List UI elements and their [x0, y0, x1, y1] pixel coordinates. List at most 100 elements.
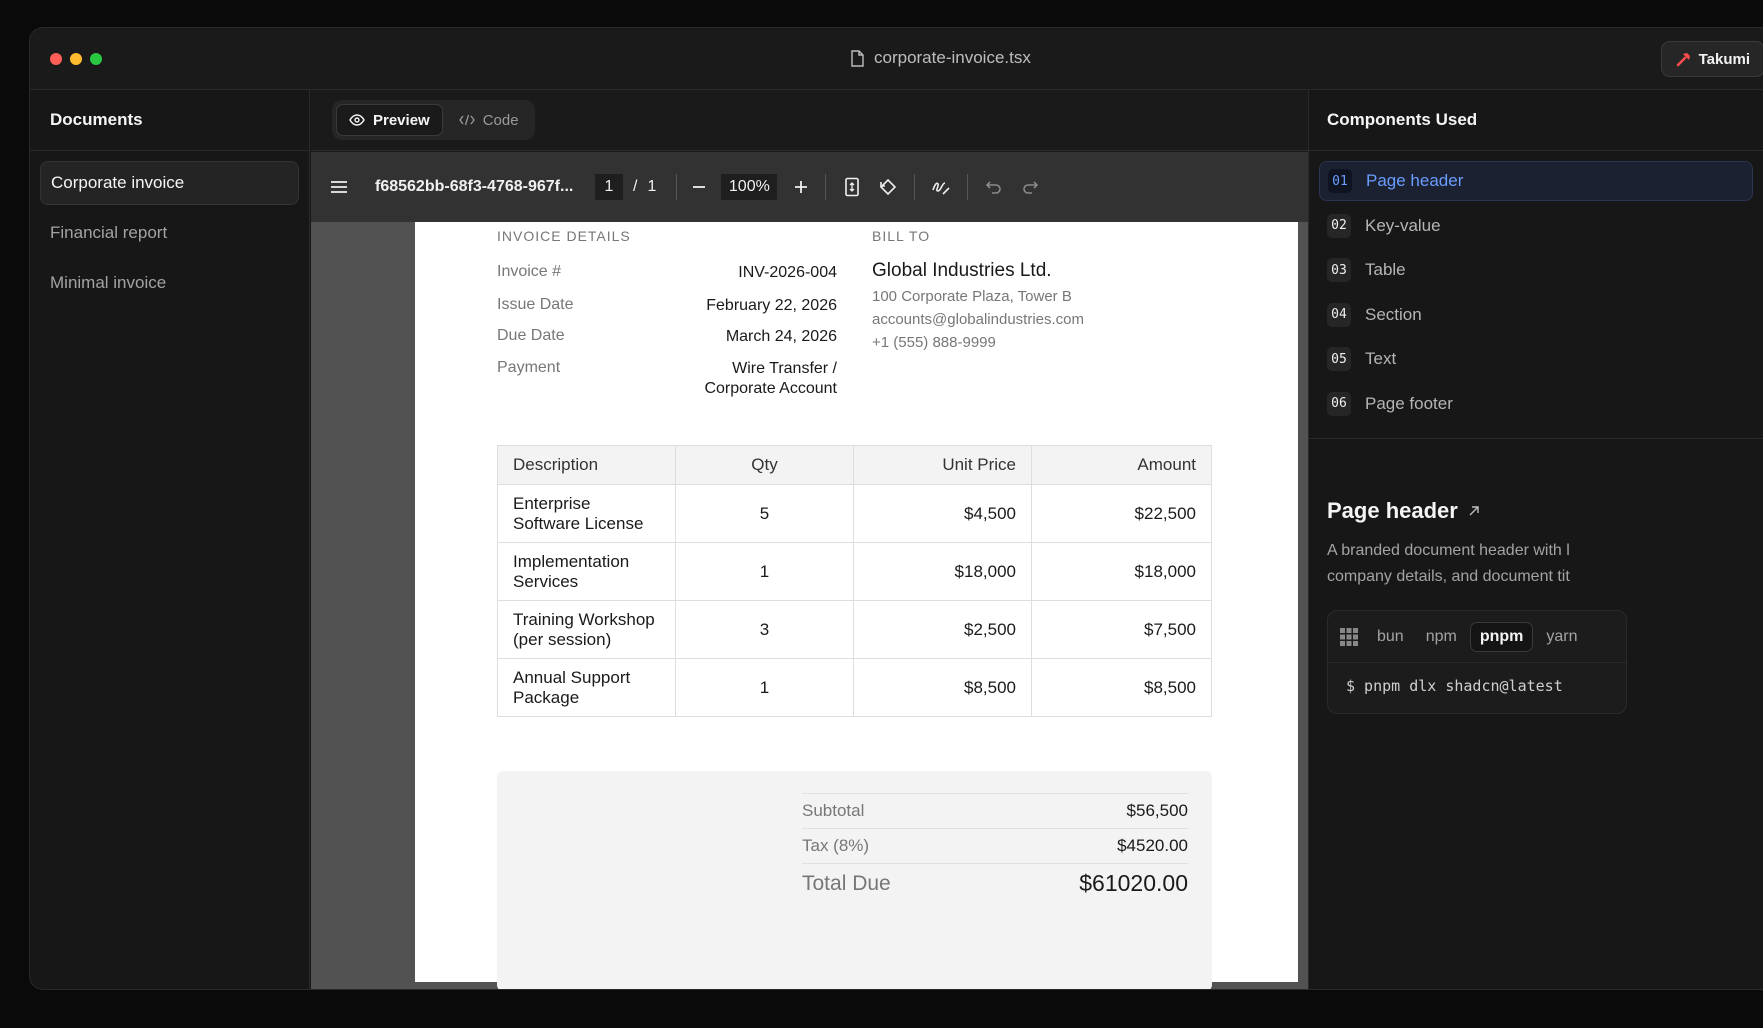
takumi-label: Takumi	[1698, 50, 1750, 68]
pm-tab-yarn[interactable]: yarn	[1537, 623, 1586, 651]
code-icon	[458, 114, 475, 126]
client-name: Global Industries Ltd.	[872, 260, 1052, 281]
bill-to-label: BILL TO	[872, 228, 931, 244]
external-link-icon	[1469, 506, 1479, 516]
documents-heading: Documents	[30, 90, 309, 151]
app-window: corporate-invoice.tsx Takumi Documents C…	[29, 27, 1763, 990]
page-separator: /	[633, 178, 638, 195]
package-manager-tabs: bun npm pnpm yarn	[1328, 611, 1626, 663]
components-sidebar: Components Used 01 Page header 02 Key-valu…	[1308, 90, 1763, 989]
cell-amount: $8,500	[1031, 658, 1212, 717]
component-label: Page footer	[1365, 393, 1453, 413]
table-row: Implementation Services 1 $18,000 $18,000	[497, 542, 1212, 601]
zoom-input[interactable]: 100%	[721, 174, 778, 200]
component-item-key-value[interactable]: 02 Key-value	[1319, 206, 1753, 246]
pm-tab-npm[interactable]: npm	[1417, 623, 1466, 651]
kv-due-date: Due Date March 24, 2026	[497, 327, 837, 345]
table-row: Training Workshop (per session) 3 $2,500 …	[497, 600, 1212, 659]
table-row: Annual Support Package 1 $8,500 $8,500	[497, 658, 1212, 717]
takumi-button[interactable]: Takumi	[1660, 41, 1763, 77]
component-detail-title[interactable]: Page header	[1327, 498, 1480, 524]
component-item-page-footer[interactable]: 06 Page footer	[1319, 384, 1753, 424]
component-item-section[interactable]: 04 Section	[1319, 295, 1753, 335]
install-command-box: bun npm pnpm yarn $ pnpm dlx shadcn@late…	[1327, 610, 1627, 714]
rotate-icon[interactable]	[874, 173, 902, 201]
component-label: Text	[1365, 349, 1397, 368]
component-label: Page header	[1366, 171, 1464, 190]
view-toggle: Preview Code	[332, 100, 535, 140]
subtotal-row: Subtotal $56,500	[802, 793, 1188, 828]
component-description: A branded document header with l company…	[1327, 542, 1570, 585]
total-due-row: Total Due $61020.00	[802, 863, 1188, 903]
totals-box: Subtotal $56,500 Tax (8%) $4520.00 Total…	[497, 771, 1212, 989]
cell-qty: 1	[675, 658, 854, 717]
component-number: 06	[1327, 391, 1351, 416]
toolbar-divider	[914, 174, 916, 200]
zoom-in-icon[interactable]	[787, 173, 815, 201]
cell-amount: $22,500	[1031, 484, 1212, 543]
grid-icon	[1340, 627, 1358, 646]
kv-payment: Payment Wire Transfer / Corporate Accoun…	[497, 359, 837, 397]
cell-description: Training Workshop (per session)	[497, 600, 676, 659]
toolbar-divider	[967, 174, 969, 200]
toolbar-divider	[825, 174, 827, 200]
pdf-file-name: f68562bb-68f3-4768-967f...	[375, 178, 574, 195]
component-item-table[interactable]: 03 Table	[1319, 250, 1753, 290]
cell-amount: $18,000	[1031, 542, 1212, 601]
maximize-window-button[interactable]	[90, 53, 102, 65]
component-number: 02	[1327, 213, 1351, 238]
col-qty: Qty	[675, 445, 854, 485]
minimize-window-button[interactable]	[70, 53, 82, 65]
component-item-text[interactable]: 05 Text	[1319, 339, 1753, 379]
undo-icon[interactable]	[980, 173, 1008, 201]
invoice-page: INVOICE DETAILS BILL TO Invoice # INV-20…	[415, 222, 1298, 989]
component-number: 01	[1328, 169, 1352, 193]
client-address: 100 Corporate Plaza, Tower B	[872, 288, 1072, 305]
pm-tab-bun[interactable]: bun	[1368, 623, 1413, 651]
col-amount: Amount	[1031, 445, 1212, 485]
menu-icon[interactable]	[325, 173, 353, 201]
client-email: accounts@globalindustries.com	[872, 311, 1084, 328]
code-tab[interactable]: Code	[447, 104, 531, 136]
component-label: Section	[1365, 304, 1422, 324]
cell-qty: 5	[675, 484, 854, 543]
component-label: Key-value	[1365, 215, 1441, 235]
cell-qty: 3	[675, 600, 854, 659]
cell-description: Enterprise Software License	[497, 484, 676, 543]
preview-label: Preview	[373, 111, 430, 129]
redo-icon[interactable]	[1016, 173, 1044, 201]
documents-sidebar: Documents Corporate invoice Financial re…	[30, 90, 310, 989]
eye-icon	[349, 114, 365, 126]
toolbar-divider	[676, 174, 678, 200]
tax-row: Tax (8%) $4520.00	[802, 828, 1188, 863]
table-header-row: Description Qty Unit Price Amount	[497, 445, 1212, 485]
install-command[interactable]: $ pnpm dlx shadcn@latest	[1328, 663, 1626, 709]
preview-tab[interactable]: Preview	[336, 104, 443, 136]
document-item-financial-report[interactable]: Financial report	[40, 211, 299, 255]
zoom-out-icon[interactable]	[685, 173, 713, 201]
title-bar: corporate-invoice.tsx Takumi	[30, 28, 1763, 90]
close-window-button[interactable]	[50, 53, 62, 65]
cell-qty: 1	[675, 542, 854, 601]
cell-unit-price: $18,000	[853, 542, 1032, 601]
component-number: 03	[1327, 258, 1351, 282]
client-phone: +1 (555) 888-9999	[872, 334, 996, 351]
file-icon	[851, 49, 864, 67]
cell-unit-price: $4,500	[853, 484, 1032, 543]
components-list: 01 Page header 02 Key-value 03 Table 04 Sect…	[1309, 151, 1763, 439]
pm-tab-pnpm[interactable]: pnpm	[1469, 621, 1534, 652]
document-item-corporate-invoice[interactable]: Corporate invoice	[40, 161, 299, 205]
invoice-details-label: INVOICE DETAILS	[497, 228, 631, 244]
component-item-page-header[interactable]: 01 Page header	[1319, 161, 1753, 201]
component-number: 04	[1327, 302, 1351, 327]
draw-icon[interactable]	[927, 173, 955, 201]
cell-unit-price: $2,500	[853, 600, 1032, 659]
kv-issue-date: Issue Date February 22, 2026	[497, 296, 837, 314]
cell-unit-price: $8,500	[853, 658, 1032, 717]
document-item-minimal-invoice[interactable]: Minimal invoice	[40, 261, 299, 305]
fit-page-icon[interactable]	[838, 173, 866, 201]
page-number-input[interactable]: 1	[595, 174, 623, 200]
kv-invoice-number: Invoice # INV-2026-004	[497, 263, 837, 281]
cell-description: Annual Support Package	[497, 658, 676, 717]
bill-to-block: Global Industries Ltd. 100 Corporate Pla…	[872, 260, 1084, 351]
